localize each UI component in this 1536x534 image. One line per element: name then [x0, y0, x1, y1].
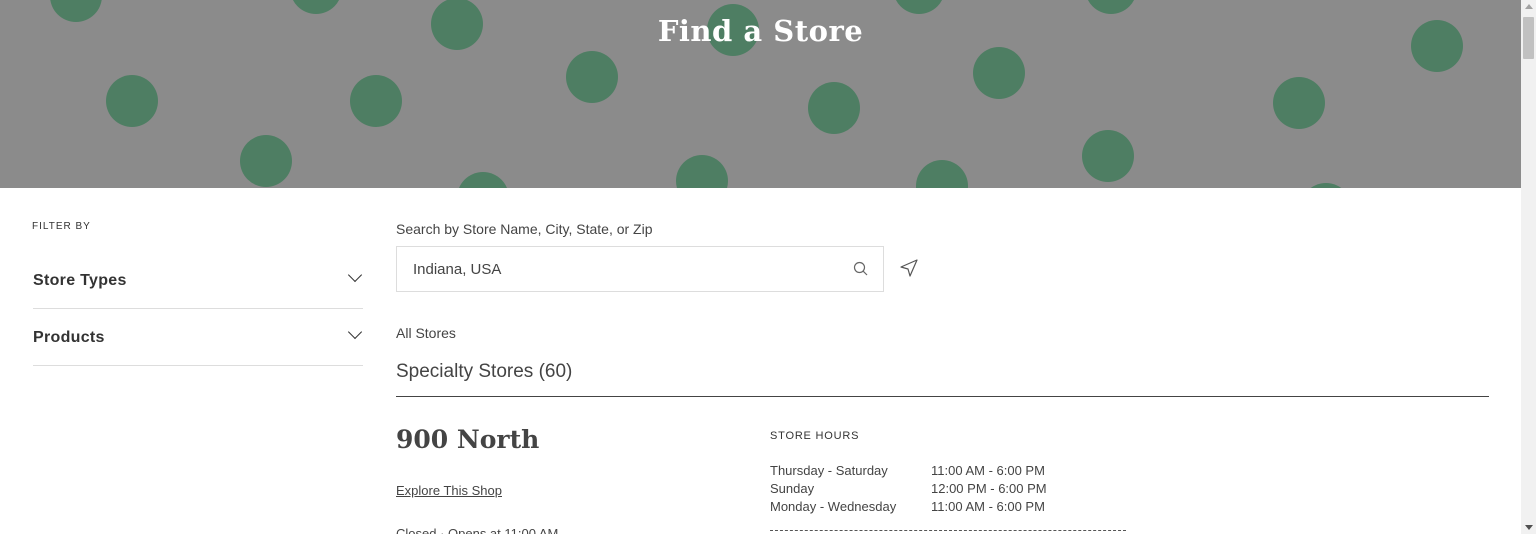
- page-title: Find a Store: [657, 14, 864, 48]
- decorative-dot: [290, 0, 342, 14]
- scroll-down-arrow-icon[interactable]: [1525, 525, 1533, 530]
- hours-days: Thursday - Saturday: [770, 463, 888, 478]
- decorative-dot: [808, 82, 860, 134]
- filter-products[interactable]: Products: [33, 309, 363, 366]
- hours-time: 12:00 PM - 6:00 PM: [931, 481, 1047, 496]
- explore-shop-link[interactable]: Explore This Shop: [396, 483, 502, 498]
- search-box: [396, 246, 884, 292]
- decorative-dot: [1273, 77, 1325, 129]
- filter-store-types-label: Store Types: [33, 272, 127, 289]
- scrollbar-thumb[interactable]: [1523, 17, 1534, 59]
- decorative-dot: [106, 75, 158, 127]
- chevron-down-icon: [347, 324, 363, 340]
- store-name: 900 North: [396, 425, 540, 454]
- store-hours-title: STORE HOURS: [770, 430, 860, 442]
- filter-store-types[interactable]: Store Types: [33, 252, 363, 309]
- decorative-dot: [1082, 130, 1134, 182]
- decorative-dot: [1085, 0, 1137, 14]
- hours-row: Thursday - Saturday 11:00 AM - 6:00 PM: [770, 462, 1047, 480]
- chevron-down-icon: [347, 267, 363, 283]
- store-status: Closed · Opens at 11:00 AM: [396, 526, 559, 534]
- decorative-dot: [566, 51, 618, 103]
- decorative-dot: [973, 47, 1025, 99]
- decorative-dot: [1300, 183, 1352, 188]
- decorative-dot: [350, 75, 402, 127]
- filter-by-label: FILTER BY: [32, 221, 91, 232]
- breadcrumb-all-stores[interactable]: All Stores: [396, 325, 456, 341]
- hours-row: Monday - Wednesday 11:00 AM - 6:00 PM: [770, 498, 1047, 516]
- divider: [396, 396, 1489, 397]
- hours-row: Sunday 12:00 PM - 6:00 PM: [770, 480, 1047, 498]
- hours-divider: [770, 530, 1126, 531]
- decorative-dot: [457, 172, 509, 188]
- hours-days: Monday - Wednesday: [770, 499, 897, 514]
- filter-products-label: Products: [33, 329, 105, 346]
- search-icon[interactable]: [853, 261, 869, 277]
- decorative-dot: [676, 155, 728, 188]
- hero-banner: Find a Store: [0, 0, 1521, 188]
- search-label: Search by Store Name, City, State, or Zi…: [396, 221, 653, 237]
- search-input[interactable]: [413, 247, 833, 291]
- decorative-dot: [240, 135, 292, 187]
- vertical-scrollbar[interactable]: [1521, 0, 1536, 534]
- location-arrow-icon[interactable]: [899, 258, 919, 278]
- decorative-dot: [916, 160, 968, 188]
- store-hours-table: Thursday - Saturday 11:00 AM - 6:00 PM S…: [770, 462, 1047, 516]
- hours-time: 11:00 AM - 6:00 PM: [931, 463, 1045, 478]
- scroll-up-arrow-icon[interactable]: [1525, 4, 1533, 9]
- decorative-dot: [893, 0, 945, 14]
- hours-days: Sunday: [770, 481, 815, 496]
- hours-time: 11:00 AM - 6:00 PM: [931, 499, 1045, 514]
- results-heading: Specialty Stores (60): [396, 361, 573, 382]
